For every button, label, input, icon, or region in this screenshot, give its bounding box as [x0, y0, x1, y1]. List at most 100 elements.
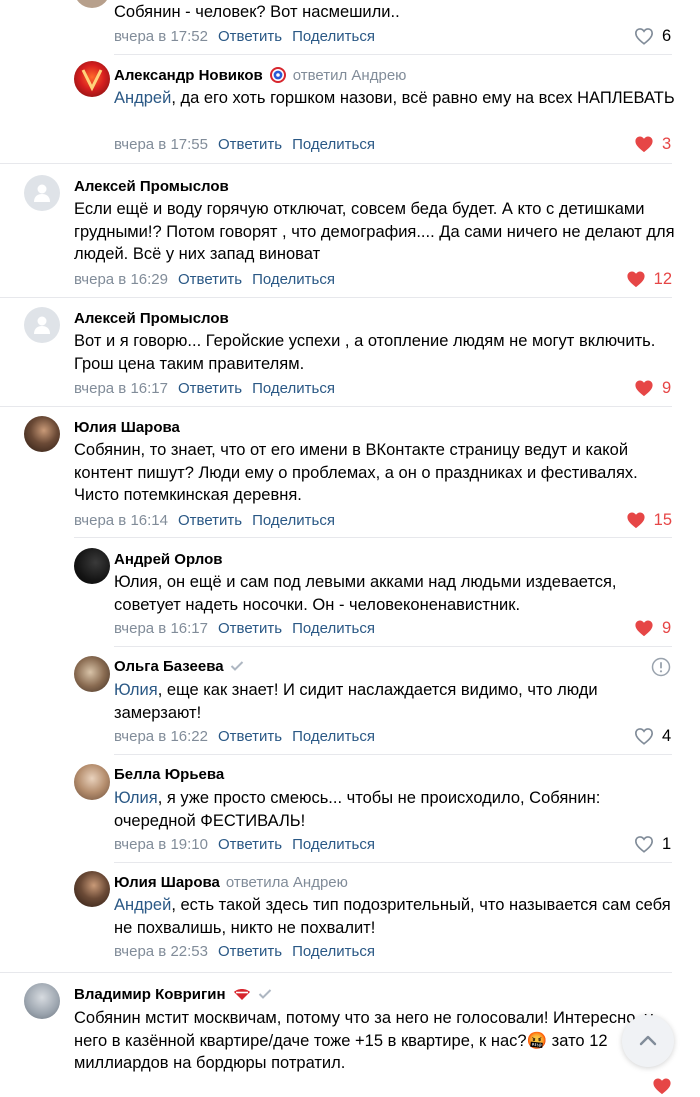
divider: [0, 972, 672, 973]
like-button[interactable]: 12: [626, 268, 672, 290]
reply-link[interactable]: Ответить: [178, 512, 242, 529]
heart-filled-icon: [635, 136, 653, 153]
comment-body: , еще как знает! И сидит наслаждается ви…: [114, 681, 598, 722]
scroll-to-top-button[interactable]: [622, 1015, 674, 1067]
share-link[interactable]: Поделиться: [292, 136, 375, 153]
comment-text: Андрей, да его хоть горшком назови, всё …: [114, 87, 676, 110]
reply-link[interactable]: Ответить: [178, 380, 242, 397]
divider: [114, 862, 672, 863]
avatar[interactable]: [24, 983, 60, 1019]
reply-link[interactable]: Ответить: [218, 28, 282, 45]
divider: [114, 54, 672, 55]
author-name[interactable]: Белла Юрьева: [114, 766, 224, 783]
share-link[interactable]: Поделиться: [252, 380, 335, 397]
comment-date[interactable]: вчера в 19:10: [114, 836, 208, 853]
share-link[interactable]: Поделиться: [292, 728, 375, 745]
heart-filled-icon: [653, 1078, 671, 1095]
comment-meta: вчера в 22:53 Ответить Поделиться: [114, 940, 375, 962]
avatar[interactable]: [24, 175, 60, 211]
heart-filled-icon: [635, 380, 653, 397]
share-link[interactable]: Поделиться: [292, 28, 375, 45]
author-name[interactable]: Александр Новиков: [114, 67, 263, 84]
reply-link[interactable]: Ответить: [218, 836, 282, 853]
like-button[interactable]: 4: [634, 725, 672, 747]
share-link[interactable]: Поделиться: [292, 620, 375, 637]
reply-link[interactable]: Ответить: [218, 136, 282, 153]
author-name[interactable]: Юлия Шарова: [74, 419, 180, 436]
like-count: 15: [653, 510, 672, 529]
divider: [114, 754, 672, 755]
author-name[interactable]: Юлия Шарова: [114, 874, 220, 891]
chevron-up-icon: [639, 1035, 657, 1046]
avatar[interactable]: [74, 764, 110, 800]
comment-body: , да его хоть горшком назови, всё равно …: [171, 89, 675, 107]
logo-v-icon: [81, 69, 103, 92]
replied-to[interactable]: ответил Андрею: [293, 67, 407, 84]
divider: [0, 406, 672, 407]
replied-to[interactable]: ответила Андрею: [226, 874, 348, 891]
comment-text: Юлия, он ещё и сам под левыми акками над…: [114, 573, 617, 614]
comment-date[interactable]: вчера в 22:53: [114, 943, 208, 960]
like-button[interactable]: 1: [634, 833, 672, 855]
heart-outline-icon: [634, 728, 654, 745]
comment-text: Юлия, еще как знает! И сидит наслаждаетс…: [114, 679, 676, 724]
avatar[interactable]: [74, 548, 110, 584]
mention-link[interactable]: Андрей: [114, 89, 171, 107]
comment-date[interactable]: вчера в 16:22: [114, 728, 208, 745]
heart-filled-icon: [627, 271, 645, 288]
avatar[interactable]: [74, 61, 110, 97]
reply-link[interactable]: Ответить: [218, 620, 282, 637]
mention-link[interactable]: Юлия: [114, 789, 158, 807]
share-link[interactable]: Поделиться: [252, 271, 335, 288]
reply-link[interactable]: Ответить: [218, 943, 282, 960]
author-name[interactable]: Алексей Промыслов: [74, 178, 229, 195]
report-icon[interactable]: [651, 657, 671, 677]
like-button[interactable]: 3: [634, 133, 672, 155]
heart-outline-icon: [634, 836, 654, 853]
comment-meta: вчера в 19:10 Ответить Поделиться: [114, 833, 375, 855]
like-button[interactable]: 9: [634, 617, 672, 639]
comment-date[interactable]: вчера в 16:29: [74, 271, 168, 288]
avatar[interactable]: [24, 416, 60, 452]
avatar[interactable]: [74, 656, 110, 692]
divider: [0, 163, 672, 164]
author-name[interactable]: Андрей Орлов: [114, 551, 222, 568]
comment-date[interactable]: вчера в 16:17: [74, 380, 168, 397]
comment-date[interactable]: вчера в 17:52: [114, 28, 208, 45]
author-row: Юлия Шарова: [74, 416, 180, 438]
author-row: Андрей Орлов: [114, 548, 222, 570]
mention-link[interactable]: Андрей: [114, 896, 171, 914]
like-button[interactable]: 9: [634, 377, 672, 399]
author-name[interactable]: Ольга Базеева: [114, 658, 224, 675]
divider: [0, 297, 672, 298]
like-button[interactable]: [652, 1075, 672, 1097]
verified-check-icon: [258, 988, 272, 1000]
comment-meta: вчера в 16:14 Ответить Поделиться: [74, 509, 335, 531]
reply-link[interactable]: Ответить: [178, 271, 242, 288]
share-link[interactable]: Поделиться: [292, 943, 375, 960]
author-row: Юлия Шарова ответила Андрею: [114, 871, 348, 893]
comment-body: , есть такой здесь тип подозрительный, ч…: [114, 896, 671, 937]
comment-date[interactable]: вчера в 16:14: [74, 512, 168, 529]
author-name[interactable]: Владимир Ковригин: [74, 986, 226, 1003]
author-row: Белла Юрьева: [114, 763, 224, 785]
like-count: 4: [662, 726, 672, 745]
like-button[interactable]: 6: [634, 25, 672, 47]
avatar[interactable]: [24, 307, 60, 343]
comment-date[interactable]: вчера в 17:55: [114, 136, 208, 153]
comment-text: Андрей, есть такой здесь тип подозритель…: [114, 894, 676, 939]
comment-meta: вчера в 16:17 Ответить Поделиться: [74, 377, 335, 399]
comment-text: Собянин, то знает, что от его имени в ВК…: [74, 441, 638, 504]
author-name[interactable]: Алексей Промыслов: [74, 310, 229, 327]
reply-link[interactable]: Ответить: [218, 728, 282, 745]
comment-date[interactable]: вчера в 16:17: [114, 620, 208, 637]
comment-text: Если ещё и воду горячую отключат, совсем…: [74, 200, 675, 263]
mention-link[interactable]: Юлия: [114, 681, 158, 699]
share-link[interactable]: Поделиться: [292, 836, 375, 853]
author-row: Владимир Ковригин: [74, 983, 272, 1005]
comment-meta: вчера в 16:17 Ответить Поделиться: [114, 617, 375, 639]
avatar[interactable]: [74, 871, 110, 907]
avatar[interactable]: [74, 0, 110, 8]
like-button[interactable]: 15: [626, 509, 672, 531]
share-link[interactable]: Поделиться: [252, 512, 335, 529]
